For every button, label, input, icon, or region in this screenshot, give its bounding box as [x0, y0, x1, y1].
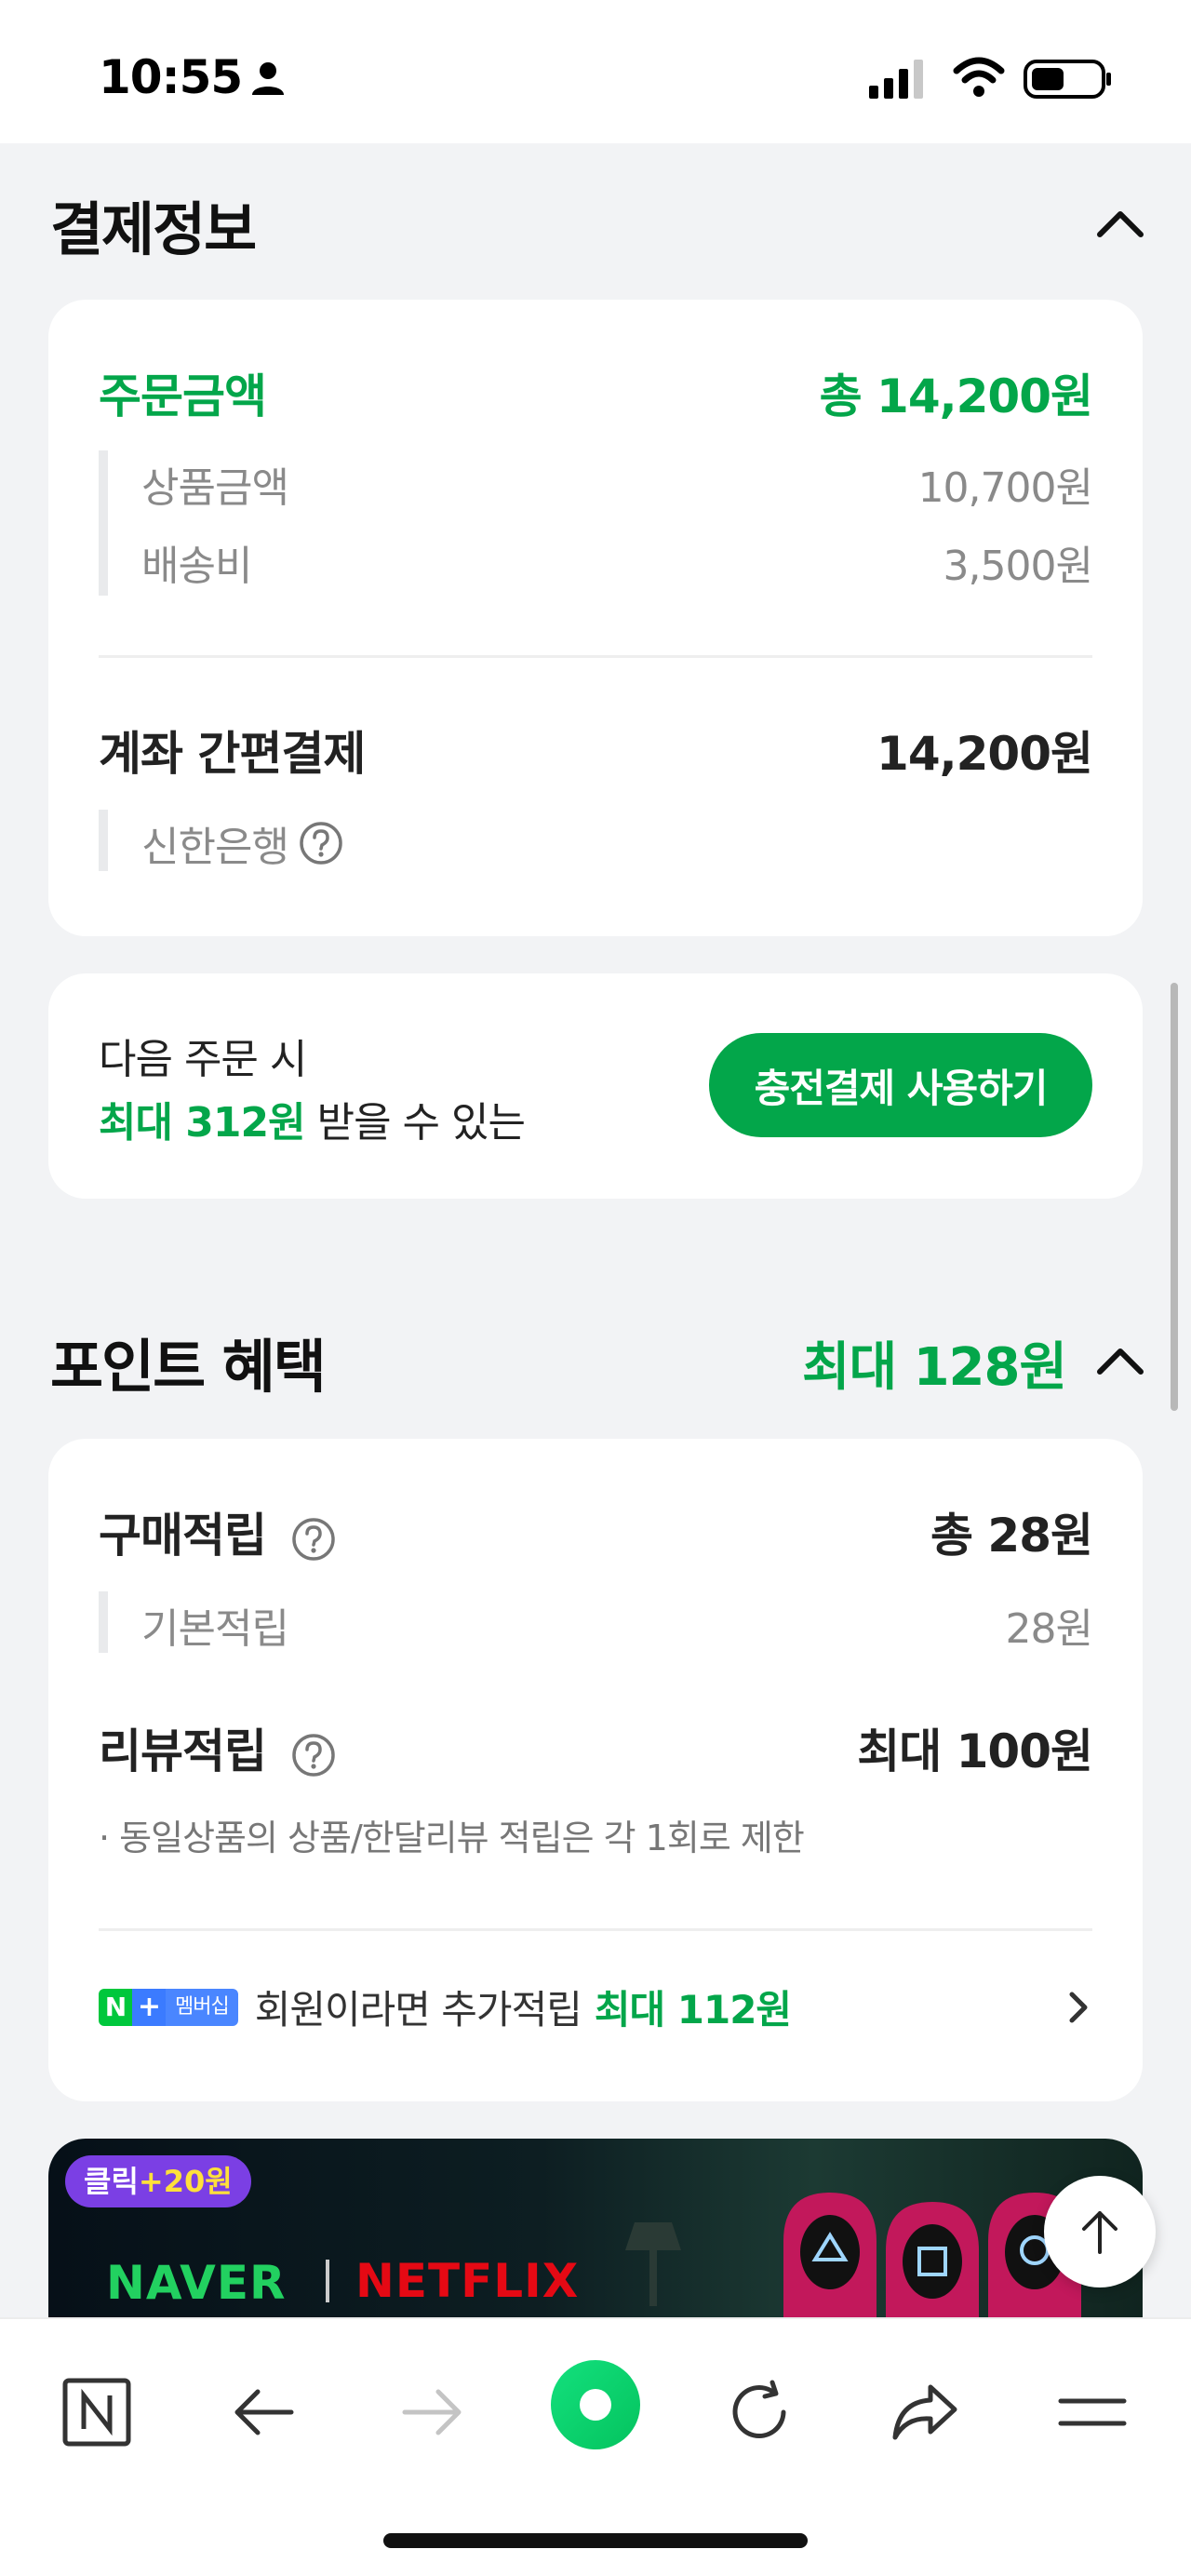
membership-text: 회원이라면 추가적립 [254, 1987, 582, 2033]
chevron-up-icon[interactable] [1094, 1342, 1146, 1379]
back-button[interactable] [218, 2366, 311, 2459]
green-dot-button[interactable] [549, 2358, 642, 2451]
charge-payment-button[interactable]: 충전결제 사용하기 [709, 1033, 1092, 1137]
shipping-fee-label: 배송비 [141, 543, 252, 590]
payment-method-label: 계좌 간편결제 [99, 727, 366, 781]
status-time: 10:55 [99, 50, 243, 104]
shipping-fee-value: 3,500원 [943, 543, 1093, 590]
status-bar: 10:55 [0, 0, 1191, 143]
question-icon[interactable] [290, 1516, 337, 1563]
bank-row: 신한은행 [99, 813, 1092, 873]
product-amount-value: 10,700원 [917, 464, 1093, 512]
refresh-button[interactable] [713, 2366, 806, 2459]
share-button[interactable] [878, 2366, 971, 2459]
wifi-icon [953, 57, 1005, 97]
divider [99, 1928, 1092, 1931]
scrollbar[interactable] [1171, 983, 1178, 1411]
chevron-right-icon [1069, 1992, 1088, 2022]
purchase-points-label: 구매적립 [99, 1509, 267, 1563]
arrow-up-icon [1082, 2211, 1117, 2254]
purchase-points-total: 총 28원 [930, 1509, 1093, 1563]
green-dot-icon [551, 2360, 640, 2449]
menu-icon [1058, 2398, 1127, 2426]
forward-arrow-icon [402, 2389, 462, 2435]
scroll-to-top-button[interactable] [1044, 2176, 1156, 2288]
product-amount-label: 상품금액 [141, 464, 289, 512]
order-amount-label: 주문금액 [99, 369, 267, 423]
payment-section-title: 결제정보 [50, 195, 257, 263]
person-icon [252, 62, 284, 95]
promo-rest: 받을 수 있는 [304, 1099, 526, 1147]
review-points-row: 리뷰적립 최대 100원 [99, 1714, 1093, 1781]
menu-button[interactable] [1046, 2366, 1139, 2459]
order-amount-total: 총 14,200원 [819, 369, 1093, 423]
review-note: · 동일상품의 상품/한달리뷰 적립은 각 1회로 제한 [99, 1818, 805, 1858]
membership-badge-label: 멤버십 [166, 1988, 238, 2026]
signal-icon [869, 60, 923, 99]
product-amount-row: 상품금액 10,700원 [99, 454, 1093, 514]
membership-highlight: 최대 112원 [594, 1987, 792, 2033]
basic-points-value: 28원 [1005, 1605, 1093, 1653]
question-icon[interactable] [290, 1732, 337, 1778]
membership-row[interactable]: N + 멤버십 회원이라면 추가적립 최대 112원 [99, 1979, 1092, 2035]
chip-prefix: 클릭 [84, 2164, 139, 2199]
divider [99, 655, 1092, 658]
promo-highlight: 최대 312원 [99, 1099, 306, 1147]
question-icon[interactable] [298, 820, 344, 866]
back-arrow-icon [234, 2389, 294, 2435]
bank-name: 신한은행 [141, 824, 289, 871]
chevron-up-icon[interactable] [1094, 205, 1146, 242]
promo-line1: 다음 주문 시 [99, 1036, 307, 1083]
forward-button[interactable] [385, 2366, 478, 2459]
home-indicator [383, 2533, 808, 2548]
membership-text-wrap: N + 멤버십 회원이라면 추가적립 최대 112원 [99, 1979, 792, 2035]
purchase-points-row: 구매적립 총 28원 [99, 1498, 1093, 1565]
naver-netflix-banner[interactable]: 클릭+20원 NAVER NETFLIX [48, 2139, 1143, 2325]
naver-n-icon [62, 2378, 131, 2447]
netflix-logo-text: NETFLIX [355, 2254, 580, 2308]
review-points-max: 최대 100원 [857, 1724, 1093, 1778]
refresh-icon [732, 2380, 786, 2438]
points-max: 최대 128원 [802, 1337, 1067, 1398]
points-card: 구매적립 총 28원 기본적립 28원 리뷰적립 최대 100원 · 동일상품의… [48, 1439, 1143, 2101]
review-points-label: 리뷰적립 [99, 1724, 267, 1778]
promo-line2: 최대 312원 받을 수 있는 [99, 1089, 526, 1148]
click-bonus-chip: 클릭+20원 [65, 2155, 251, 2207]
basic-points-label: 기본적립 [141, 1605, 289, 1653]
share-icon [892, 2384, 957, 2440]
shipping-fee-row: 배송비 3,500원 [99, 532, 1093, 592]
payment-card: 주문금액 총 14,200원 상품금액 10,700원 배송비 3,500원 계… [48, 300, 1143, 936]
naver-logo-text: NAVER [106, 2256, 287, 2310]
plus-icon: + [132, 1988, 166, 2026]
points-section-title: 포인트 혜택 [50, 1333, 327, 1401]
charge-promo-card: 다음 주문 시 최대 312원 받을 수 있는 충전결제 사용하기 [48, 973, 1143, 1199]
purchase-points-label-wrap: 구매적립 [99, 1498, 337, 1565]
payment-method-row: 계좌 간편결제 14,200원 [99, 717, 1093, 784]
chip-bonus: +20원 [138, 2164, 233, 2199]
review-points-label-wrap: 리뷰적립 [99, 1714, 337, 1781]
battery-icon [1024, 60, 1111, 99]
naver-plus-membership-badge: N + 멤버십 [99, 1988, 238, 2026]
payment-method-amount: 14,200원 [877, 727, 1093, 781]
naver-home-button[interactable] [50, 2366, 143, 2459]
basic-points-row: 기본적립 28원 [99, 1595, 1093, 1655]
order-amount-row: 주문금액 총 14,200원 [99, 359, 1093, 426]
banner-separator [326, 2260, 329, 2302]
naver-n-icon: N [99, 1988, 132, 2026]
